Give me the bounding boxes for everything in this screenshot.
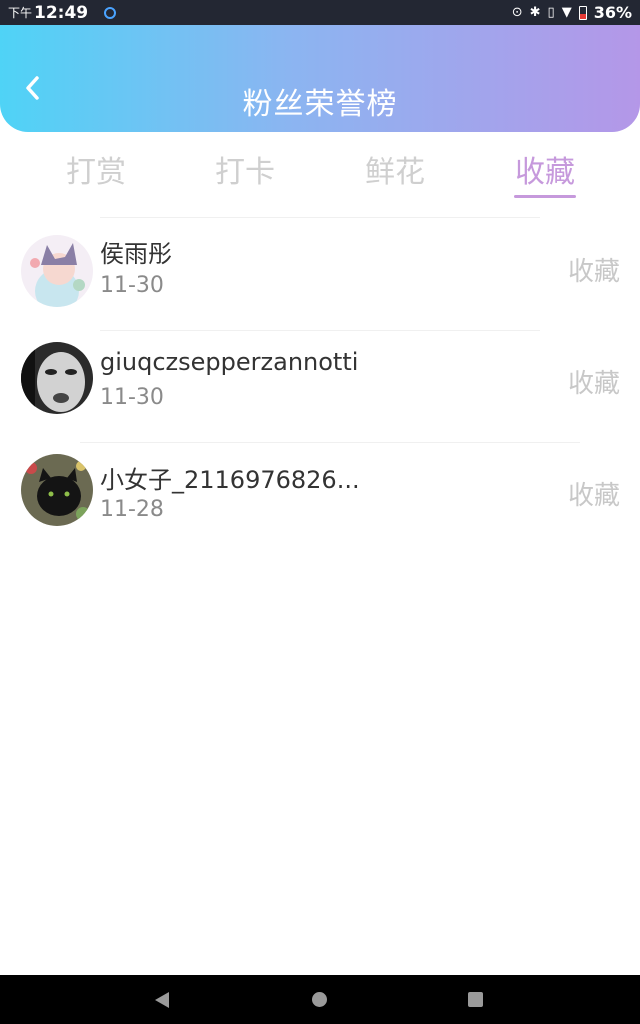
- avatar: [21, 342, 93, 414]
- avatar: [21, 454, 93, 526]
- fan-date: 11-30: [100, 385, 164, 410]
- active-tab-indicator: [514, 195, 576, 198]
- action-label: 收藏: [567, 369, 620, 399]
- list-item[interactable]: 侯雨彤 11-30 收藏: [0, 218, 640, 328]
- battery-percent: 36%: [593, 3, 632, 22]
- fan-name: giuqczsepperzannotti: [100, 348, 359, 376]
- nav-recents-icon[interactable]: [468, 992, 483, 1007]
- list-item[interactable]: 小女子_2116976826... 11-28 收藏: [0, 442, 640, 552]
- tab-reward[interactable]: 打赏: [51, 147, 141, 191]
- wifi-icon: ▼: [561, 5, 572, 20]
- header: 粉丝荣誉榜: [0, 25, 640, 132]
- avatar-image: [21, 235, 93, 307]
- bluetooth-icon: ✱: [529, 5, 541, 20]
- fan-name: 侯雨彤: [100, 240, 172, 268]
- tab-favorites[interactable]: 收藏: [500, 147, 590, 191]
- fan-date: 11-28: [100, 497, 164, 522]
- action-label: 收藏: [567, 257, 620, 287]
- status-ampm: 下午: [8, 6, 33, 20]
- status-bar: 下午 12:49 ⊙ ✱ ▯ ▼ 36%: [0, 0, 640, 25]
- tab-flowers[interactable]: 鲜花: [350, 147, 440, 191]
- fan-name: 小女子_2116976826...: [100, 466, 360, 494]
- nav-back-icon[interactable]: [155, 992, 169, 1008]
- page-title: 粉丝荣誉榜: [242, 87, 398, 122]
- nav-home-icon[interactable]: [312, 992, 327, 1007]
- avatar-image: [21, 342, 93, 414]
- avatar: [21, 235, 93, 307]
- fan-date: 11-30: [100, 273, 164, 298]
- vibrate-icon: ▯: [547, 5, 555, 20]
- system-nav-bar: [0, 975, 640, 1024]
- tab-checkin[interactable]: 打卡: [200, 147, 290, 191]
- sync-icon: ⊙: [511, 5, 523, 20]
- list-item[interactable]: giuqczsepperzannotti 11-30 收藏: [0, 330, 640, 440]
- notification-icon: [104, 6, 117, 19]
- avatar-image: [21, 454, 93, 526]
- action-label: 收藏: [567, 481, 620, 511]
- status-right: ⊙ ✱ ▯ ▼ 36%: [512, 3, 632, 22]
- status-left: 下午 12:49: [8, 2, 117, 23]
- tab-bar: 打赏 打卡 鲜花 收藏: [0, 132, 640, 202]
- status-time: 12:49: [34, 2, 89, 23]
- battery-icon: [578, 5, 587, 20]
